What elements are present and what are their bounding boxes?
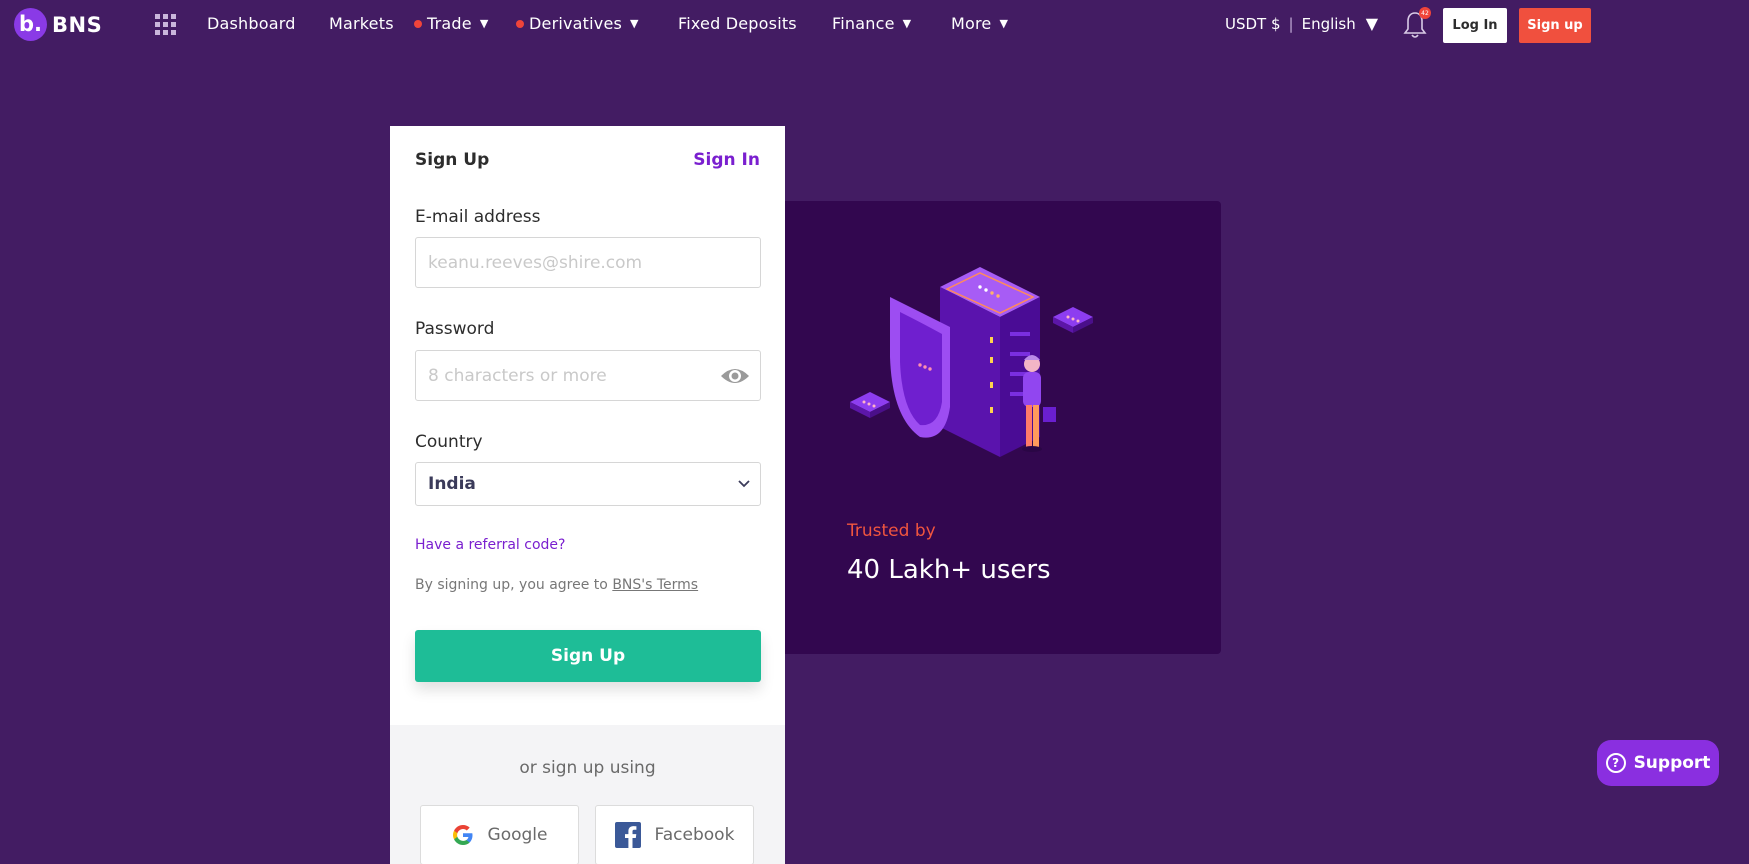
nav-item-label: Dashboard: [207, 14, 296, 33]
nav-item-label: Fixed Deposits: [678, 14, 797, 33]
terms-prefix: By signing up, you agree to: [415, 577, 613, 593]
separator: |: [1288, 14, 1294, 33]
signup-submit-button[interactable]: Sign Up: [415, 630, 761, 682]
facebook-label: Facebook: [654, 825, 735, 845]
google-icon: [452, 825, 473, 845]
terms-text: By signing up, you agree to BNS's Terms: [415, 577, 698, 593]
currency-language-selector[interactable]: USDT $ | English ▼: [1225, 14, 1378, 33]
nav-item-label: Derivatives: [529, 14, 623, 33]
caret-down-icon: ▼: [902, 17, 912, 30]
support-button[interactable]: ? Support: [1597, 740, 1719, 786]
nav-item-derivatives[interactable]: Derivatives ▼: [516, 14, 639, 33]
signup-button[interactable]: Sign up: [1519, 8, 1591, 43]
google-label: Google: [487, 825, 548, 845]
caret-down-icon: ▼: [479, 17, 489, 30]
nav-item-label: Trade: [427, 14, 472, 33]
country-select[interactable]: India: [415, 462, 761, 506]
apps-grid-icon[interactable]: [155, 14, 176, 35]
country-label: Country: [415, 432, 483, 452]
country-value: India: [428, 474, 476, 494]
nav-item-dashboard[interactable]: Dashboard: [207, 14, 296, 33]
nav-item-fixed-deposits[interactable]: Fixed Deposits: [678, 14, 797, 33]
live-dot-icon: [414, 19, 422, 28]
caret-down-icon: ▼: [999, 17, 1009, 30]
nav-item-label: Finance: [832, 14, 895, 33]
signup-card: Sign Up Sign In E-mail address Password …: [390, 126, 785, 864]
email-label: E-mail address: [415, 207, 541, 227]
nav-item-finance[interactable]: Finance ▼: [832, 14, 911, 33]
referral-code-link[interactable]: Have a referral code?: [415, 537, 565, 553]
google-signup-button[interactable]: Google: [420, 805, 579, 864]
login-button[interactable]: Log In: [1443, 8, 1507, 43]
alt-signup-text: or sign up using: [519, 758, 656, 778]
chevron-down-icon: [738, 480, 750, 488]
nav-item-markets[interactable]: Markets: [329, 14, 394, 33]
nav-item-label: Markets: [329, 14, 394, 33]
caret-down-icon: ▼: [630, 17, 639, 30]
language-label: English: [1301, 14, 1356, 33]
card-header: Sign Up Sign In: [415, 150, 760, 170]
password-label: Password: [415, 319, 495, 339]
signin-link[interactable]: Sign In: [693, 150, 760, 170]
facebook-signup-button[interactable]: Facebook: [595, 805, 754, 864]
nav-item-trade[interactable]: Trade ▼: [414, 14, 488, 33]
caret-down-icon: ▼: [1365, 14, 1379, 33]
eye-icon[interactable]: [720, 364, 750, 388]
user-count-text: 40 Lakh+ users: [847, 555, 1051, 585]
facebook-icon: [614, 822, 641, 848]
logo-text: BNS: [52, 12, 103, 37]
support-label: Support: [1633, 753, 1711, 773]
nav-item-more[interactable]: More ▼: [951, 14, 1008, 33]
email-field-wrapper: [415, 237, 761, 288]
currency-label: USDT $: [1225, 14, 1281, 33]
password-input[interactable]: [416, 351, 760, 400]
password-field-wrapper: [415, 350, 761, 401]
help-icon: ?: [1605, 753, 1626, 773]
brand-logo[interactable]: b. BNS: [14, 8, 102, 41]
form-title: Sign Up: [415, 150, 490, 170]
email-input[interactable]: [416, 238, 760, 287]
terms-link[interactable]: BNS's Terms: [612, 577, 698, 593]
nav-item-label: More: [951, 14, 992, 33]
trusted-by-label: Trusted by: [847, 521, 936, 541]
notification-badge: 42: [1419, 7, 1431, 19]
top-navigation: b. BNS Dashboard Markets Trade ▼ Derivat…: [0, 0, 1749, 50]
live-dot-icon: [516, 19, 524, 28]
security-illustration: [850, 267, 1093, 457]
social-signup-section: or sign up using Google Facebook: [390, 725, 785, 864]
logo-mark: b.: [14, 8, 47, 41]
